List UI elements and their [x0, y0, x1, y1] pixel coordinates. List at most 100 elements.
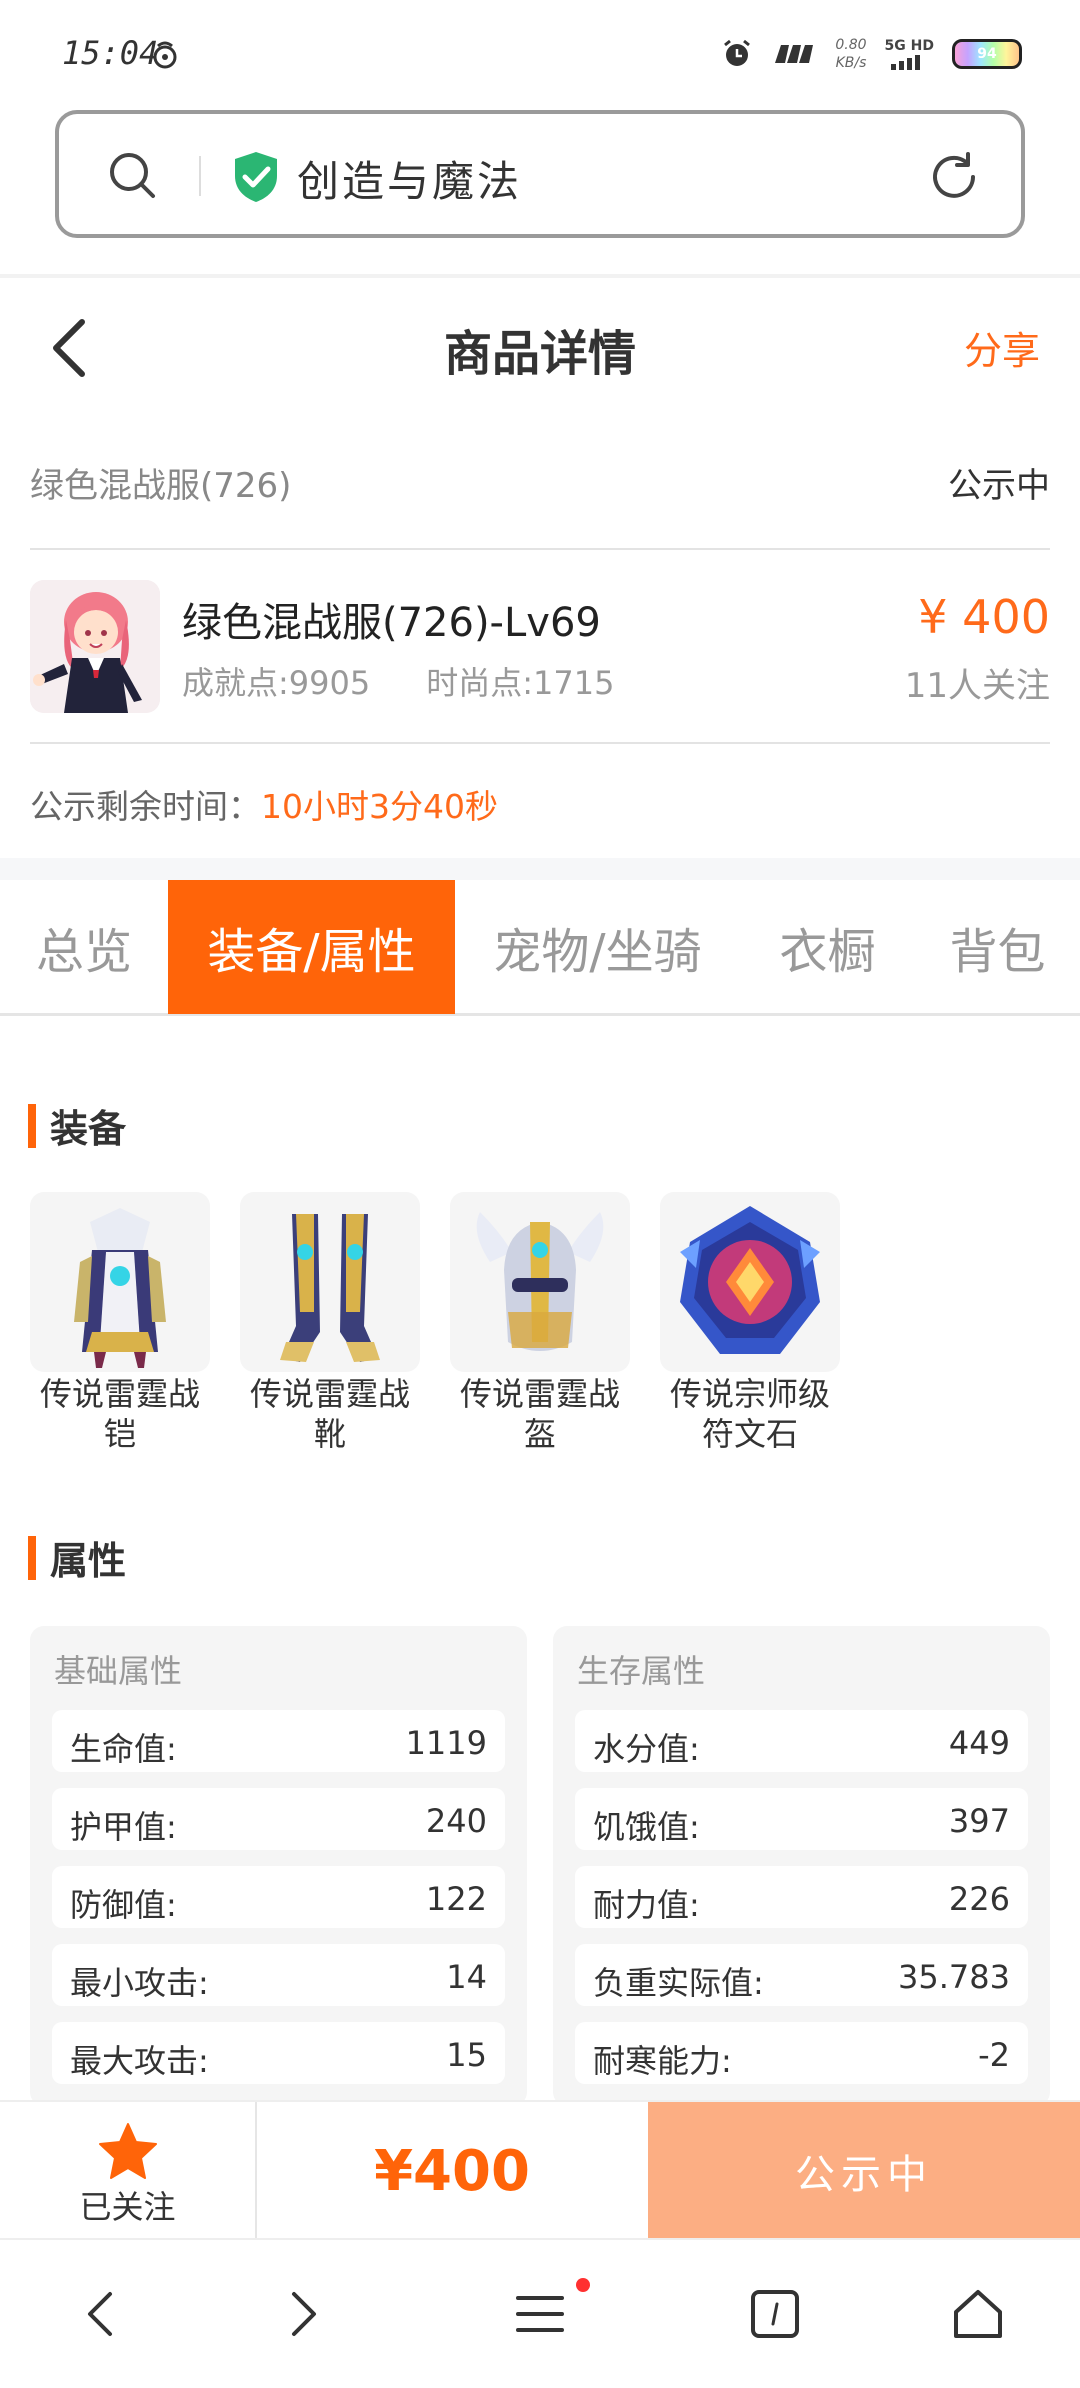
tab-bar: 总览 装备/属性 宠物/坐骑 衣橱 背包: [0, 880, 1080, 1016]
bottom-price: ¥400: [374, 2138, 530, 2204]
attribute-value: 226: [948, 1880, 1010, 1918]
attribute-name: 最大攻击:: [70, 2042, 209, 2080]
divider: [30, 548, 1050, 550]
goods-title: 绿色混战服(726)-Lv69: [182, 600, 601, 646]
survival-attributes-panel: 生存属性 水分值: 449 饥饿值: 397 耐力值: 226 负重实际值: 35.78…: [553, 1626, 1050, 2106]
equipment-name: 传说雷霆战 靴: [240, 1374, 420, 1454]
gap-strip: [0, 858, 1080, 880]
equipment-item[interactable]: 传说雷霆战 靴: [240, 1192, 420, 1454]
goods-card[interactable]: 绿色混战服(726)-Lv69 成就点:9905 时尚点:1715 ¥ 400 1…: [30, 580, 1050, 715]
attribute-value: 240: [425, 1802, 487, 1840]
reload-icon[interactable]: [927, 150, 981, 204]
goods-status: 公示中: [948, 466, 1050, 506]
nav-back-icon[interactable]: [72, 2284, 132, 2344]
tab-equipment-attributes[interactable]: 装备/属性: [168, 880, 455, 1014]
attributes-section-header: 属性: [28, 1530, 126, 1585]
status-time: 15:04: [62, 34, 159, 72]
armor-thumbnail: [30, 1192, 210, 1372]
remaining-time-label: 公示剩余时间：: [30, 787, 261, 826]
remaining-time-value: 10小时3分40秒: [261, 787, 498, 826]
equipment-name-line: 传说雷霆战: [249, 1375, 410, 1413]
attribute-value: 14: [446, 1958, 487, 1996]
tab-wardrobe[interactable]: 衣橱: [740, 880, 915, 1014]
attribute-row: 最小攻击: 14: [52, 1944, 505, 2006]
attribute-value: 15: [446, 2036, 487, 2074]
fashion-points: 时尚点:1715: [426, 664, 615, 702]
character-avatar: [30, 580, 160, 713]
attribute-value: 449: [948, 1724, 1010, 1762]
goods-name: 绿色混战服(726): [30, 466, 292, 506]
search-divider: [199, 156, 201, 196]
status-bar: 15:04 0.80 KB/s 5G HD 94: [0, 0, 1080, 100]
attribute-value: 35.783: [898, 1958, 1010, 1996]
equipment-section-title: 装备: [50, 1107, 127, 1151]
notification-dot: [576, 2278, 590, 2292]
attribute-row: 最大攻击: 15: [52, 2022, 505, 2084]
attribute-row: 负重实际值: 35.783: [575, 1944, 1028, 2006]
equipment-section-header: 装备: [28, 1098, 126, 1153]
browser-nav-bar: [0, 2238, 1080, 2388]
menu-icon[interactable]: [510, 2284, 570, 2344]
signal-icon: [891, 55, 921, 70]
net-speed-value: 0.80: [835, 37, 867, 53]
publicity-status-button[interactable]: 公示中: [648, 2102, 1080, 2240]
attribute-row: 防御值: 122: [52, 1866, 505, 1928]
browser-search-bar[interactable]: 创造与魔法: [55, 110, 1025, 238]
equipment-item[interactable]: 传说雷霆战 铠: [30, 1192, 210, 1454]
equipment-name-line: 传说雷霆战: [39, 1375, 200, 1413]
page: 15:04 0.80 KB/s 5G HD 94 创造与魔法 商品详情 分享 绿…: [0, 0, 1080, 2388]
search-query[interactable]: 创造与魔法: [297, 148, 522, 209]
attribute-name: 负重实际值:: [593, 1964, 764, 2002]
follow-button[interactable]: 已关注: [0, 2102, 257, 2240]
helmet-thumbnail: [450, 1192, 630, 1372]
equipment-item[interactable]: 传说雷霆战 盔: [450, 1192, 630, 1454]
page-title: 商品详情: [443, 326, 636, 382]
attribute-row: 生命值: 1119: [52, 1710, 505, 1772]
attribute-value: 122: [425, 1880, 487, 1918]
tab-overview[interactable]: 总览: [0, 880, 168, 1014]
share-button[interactable]: 分享: [964, 320, 1040, 375]
goods-meta: 成就点:9905 时尚点:1715: [182, 658, 614, 704]
tab-pets-mounts[interactable]: 宠物/坐骑: [455, 880, 740, 1014]
attribute-value: 1119: [405, 1724, 487, 1762]
equipment-item[interactable]: 传说宗师级 符文石: [660, 1192, 840, 1454]
remaining-time: 公示剩余时间：10小时3分40秒: [30, 780, 498, 828]
equipment-name: 传说雷霆战 铠: [30, 1374, 210, 1454]
alarm-icon: [724, 39, 751, 66]
goods-price: ¥ 400: [918, 590, 1050, 644]
goods-name-row: 绿色混战服(726) 公示中: [30, 450, 1050, 510]
section-accent-bar: [28, 1103, 36, 1148]
rune-stone-thumbnail: [660, 1192, 840, 1372]
equipment-name: 传说雷霆战 盔: [450, 1374, 630, 1454]
net-speed-unit: KB/s: [835, 55, 867, 71]
home-icon[interactable]: [948, 2284, 1008, 2344]
attribute-value: 397: [948, 1802, 1010, 1840]
attribute-name: 耐寒能力:: [593, 2042, 732, 2080]
attribute-row: 耐寒能力: -2: [575, 2022, 1028, 2084]
page-header: 商品详情 分享: [0, 278, 1080, 418]
shield-check-icon: [235, 152, 277, 202]
attribute-row: 耐力值: 226: [575, 1866, 1028, 1928]
attributes-section-title: 属性: [50, 1539, 127, 1583]
basic-attributes-panel: 基础属性 生命值: 1119 护甲值: 240 防御值: 122 最小攻击: 14 最大…: [30, 1626, 527, 2106]
boots-thumbnail: [240, 1192, 420, 1372]
attribute-row: 饥饿值: 397: [575, 1788, 1028, 1850]
search-icon[interactable]: [107, 150, 157, 200]
attribute-name: 水分值:: [593, 1730, 700, 1768]
tabs-icon[interactable]: [745, 2284, 805, 2344]
follow-label: 已关注: [79, 2188, 176, 2226]
app-m-icon: [775, 45, 814, 63]
status-right: 0.80 KB/s 5G HD 94: [721, 36, 1022, 72]
attribute-row: 水分值: 449: [575, 1710, 1028, 1772]
attribute-value: -2: [978, 2036, 1010, 2074]
divider: [30, 742, 1050, 744]
attribute-name: 生命值:: [70, 1730, 177, 1768]
tab-backpack[interactable]: 背包: [915, 880, 1080, 1014]
equipment-name-line: 传说宗师级: [669, 1375, 830, 1413]
equipment-name-line: 铠: [103, 1415, 136, 1453]
attribute-name: 护甲值:: [70, 1808, 177, 1846]
attribute-name: 最小攻击:: [70, 1964, 209, 2002]
battery-level: 94: [977, 46, 997, 62]
action-bar: 已关注 ¥400 公示中: [0, 2100, 1080, 2240]
nav-forward-icon[interactable]: [272, 2284, 332, 2344]
